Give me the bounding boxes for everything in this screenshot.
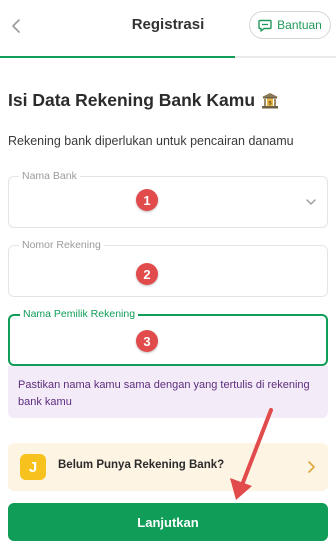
account-holder-input[interactable] — [20, 328, 300, 354]
account-number-field[interactable]: Nomor Rekening — [8, 239, 328, 297]
progress-fill — [0, 56, 236, 58]
bank-name-select[interactable]: Nama Bank — [8, 170, 328, 228]
continue-button[interactable]: Lanjutkan — [8, 503, 328, 541]
no-bank-account-card[interactable]: J Belum Punya Rekening Bank? — [8, 443, 328, 491]
account-holder-label: Nama Pemilik Rekening — [20, 308, 139, 320]
account-number-label: Nomor Rekening — [19, 239, 104, 251]
chevron-down-icon — [306, 199, 316, 205]
help-button[interactable]: Bantuan — [249, 11, 331, 39]
bank-icon: $ — [262, 92, 279, 108]
section-title: Isi Data Rekening Bank Kamu — [8, 90, 256, 110]
app-header: Registrasi Bantuan — [0, 0, 336, 58]
hint-box: Pastikan nama kamu sama dengan yang tert… — [8, 366, 328, 418]
bank-name-label: Nama Bank — [19, 170, 80, 182]
help-button-label: Bantuan — [277, 18, 322, 32]
account-number-input[interactable] — [19, 258, 299, 284]
progress-track — [0, 56, 336, 58]
svg-text:$: $ — [268, 100, 272, 106]
step-marker-1: 1 — [136, 189, 158, 211]
chevron-right-icon — [308, 461, 315, 473]
section-heading: Isi Data Rekening Bank Kamu $ — [8, 90, 279, 111]
chat-bubble-icon — [258, 19, 272, 32]
step-marker-2: 2 — [136, 263, 158, 285]
step-marker-3: 3 — [136, 330, 158, 352]
section-subtitle: Rekening bank diperlukan untuk pencairan… — [8, 134, 294, 148]
account-holder-field[interactable]: Nama Pemilik Rekening — [8, 308, 328, 366]
bank-name-input[interactable] — [19, 189, 299, 215]
no-bank-account-text: Belum Punya Rekening Bank? — [58, 459, 225, 471]
promo-logo-icon: J — [20, 454, 46, 480]
hint-text: Pastikan nama kamu sama dengan yang tert… — [18, 379, 310, 408]
